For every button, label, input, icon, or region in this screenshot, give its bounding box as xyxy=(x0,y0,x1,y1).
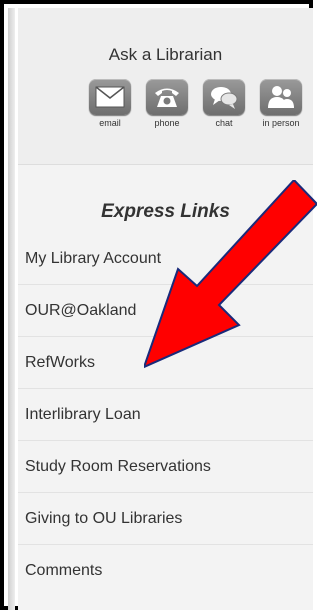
contact-icons: email phone chat in person xyxy=(84,79,310,134)
ask-a-librarian-panel: Ask a Librarian email phone chat in pers… xyxy=(18,8,313,165)
telephone-icon xyxy=(146,79,188,115)
left-edge-shadow xyxy=(8,8,15,610)
link-giving-to-ou-libraries[interactable]: Giving to OU Libraries xyxy=(18,493,313,545)
phone-label: phone xyxy=(154,118,180,128)
ask-a-librarian-title: Ask a Librarian xyxy=(108,45,223,64)
envelope-icon xyxy=(89,79,131,115)
link-interlibrary-loan[interactable]: Interlibrary Loan xyxy=(18,389,313,441)
phone-contact[interactable]: phone xyxy=(141,79,193,128)
chat-bubble-icon xyxy=(203,79,245,115)
link-study-room-reservations[interactable]: Study Room Reservations xyxy=(18,441,313,493)
email-contact[interactable]: email xyxy=(84,79,136,128)
screenshot-frame: Ask a Librarian email phone chat in pers… xyxy=(0,0,317,610)
link-comments[interactable]: Comments xyxy=(18,545,313,597)
people-icon xyxy=(260,79,302,115)
in-person-contact[interactable]: in person xyxy=(255,79,307,128)
chat-label: chat xyxy=(215,118,233,128)
in-person-label: in person xyxy=(262,118,300,128)
email-label: email xyxy=(99,118,121,128)
chat-contact[interactable]: chat xyxy=(198,79,250,128)
red-annotation-arrow xyxy=(144,180,317,369)
